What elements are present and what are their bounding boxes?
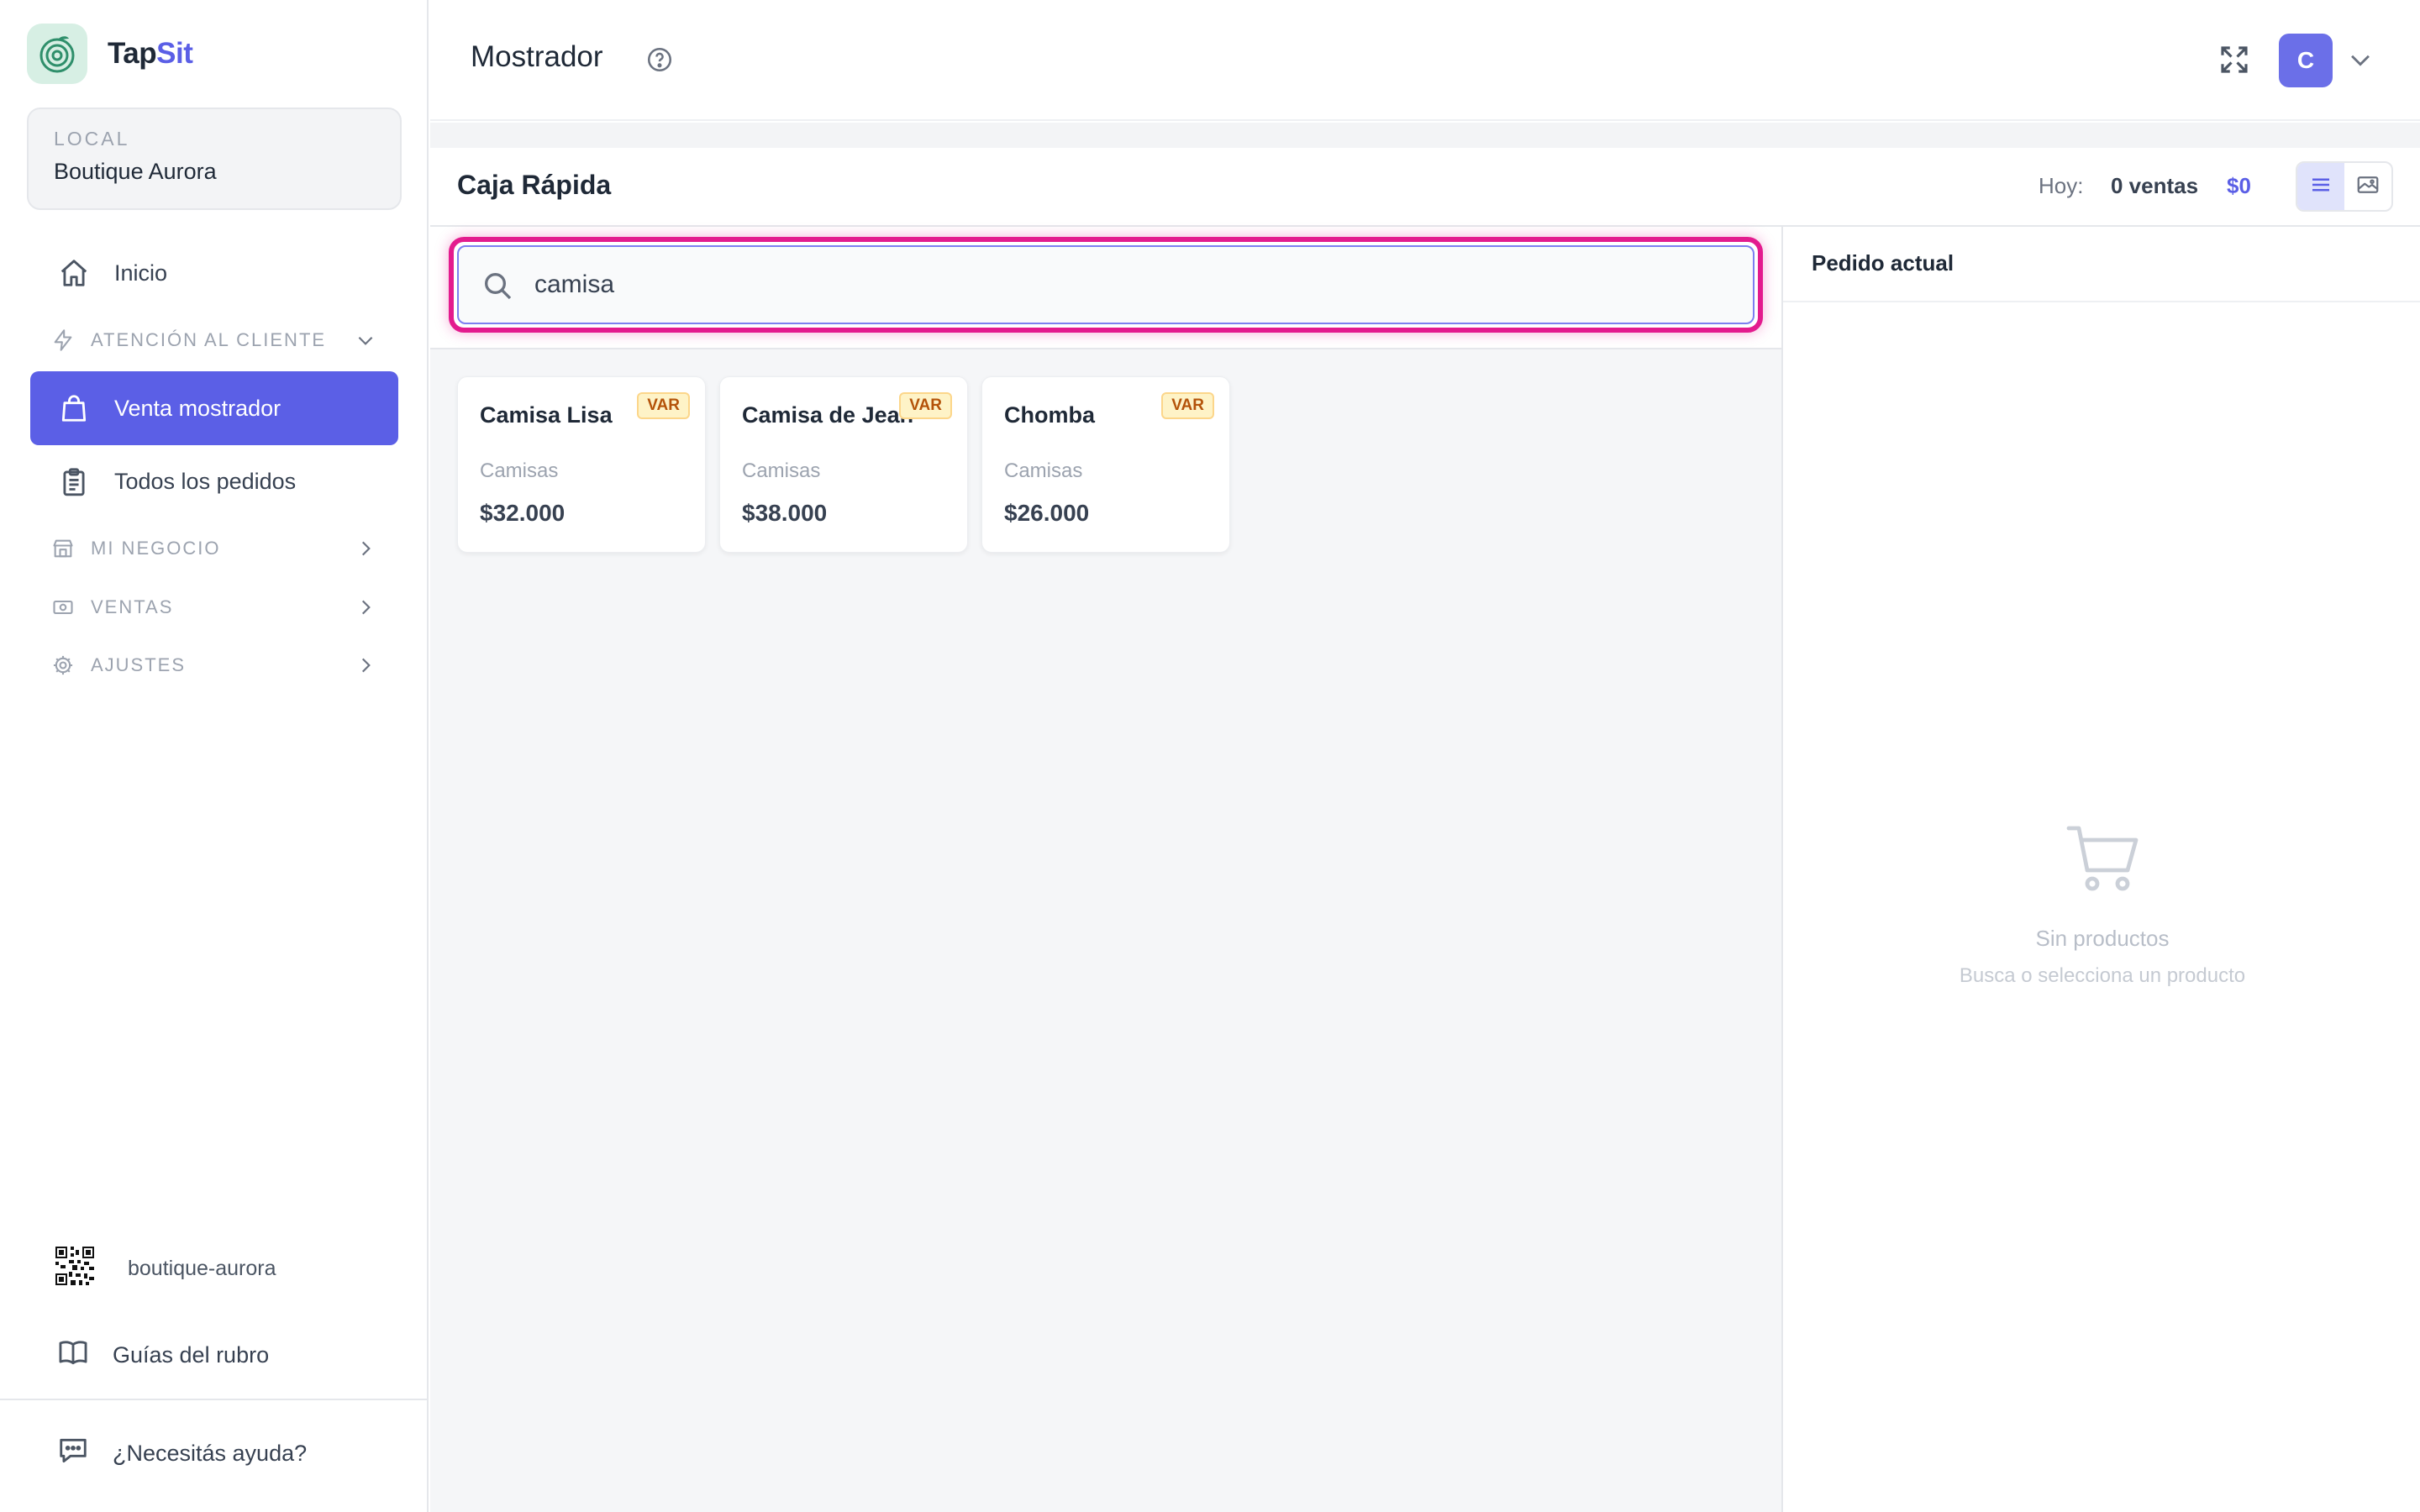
help-circle-icon[interactable] [645, 45, 674, 74]
local-selector[interactable]: LOCAL Boutique Aurora [27, 108, 402, 210]
product-category: Camisas [480, 459, 559, 482]
image-view-button[interactable] [2344, 163, 2391, 210]
gear-icon [50, 653, 76, 678]
search-input[interactable] [457, 245, 1754, 324]
sidebar-item-label: Venta mostrador [114, 395, 281, 421]
clipboard-icon [57, 465, 91, 498]
help-button[interactable]: ¿Necesitás ayuda? [30, 1420, 398, 1487]
chevron-down-icon[interactable] [2346, 45, 2375, 74]
brand-logo-icon [27, 24, 87, 84]
sidebar-section-ajustes[interactable]: AJUSTES [30, 640, 398, 690]
product-category: Camisas [742, 459, 821, 482]
order-panel: Pedido actual Sin productos Busca o sele… [1781, 227, 2420, 1512]
sidebar-section-label: VENTAS [91, 596, 174, 617]
product-card[interactable]: Camisa de Jean VAR Camisas $38.000 [719, 376, 968, 553]
chevron-down-icon [353, 328, 378, 353]
empty-cart-subtitle: Busca o selecciona un producto [1959, 964, 2246, 987]
sidebar-divider [0, 1399, 429, 1400]
sidebar-item-venta-mostrador[interactable]: Venta mostrador [30, 371, 398, 445]
sidebar-section-mi-negocio[interactable]: MI NEGOCIO [30, 523, 398, 574]
sidebar-item-todos-pedidos[interactable]: Todos los pedidos [30, 444, 398, 518]
sidebar-slug-link[interactable]: boutique-aurora [30, 1235, 398, 1302]
brand-name: TapSit [108, 37, 193, 70]
product-category: Camisas [1004, 459, 1083, 482]
store-icon [50, 536, 76, 561]
variant-badge: VAR [1161, 392, 1214, 419]
shopping-bag-icon [57, 391, 91, 425]
order-header: Pedido actual [1783, 227, 2420, 302]
local-label: LOCAL [54, 128, 130, 150]
sidebar-item-label: Inicio [114, 260, 168, 286]
pos-toolbar: Caja Rápida Hoy: 0 ventas $0 [430, 148, 2420, 227]
sidebar: TapSit LOCAL Boutique Aurora Inicio ATEN… [0, 0, 429, 1512]
qr-code-icon [55, 1246, 94, 1291]
book-icon [57, 1336, 89, 1374]
page-title: Mostrador [471, 40, 603, 73]
help-label: ¿Necesitás ayuda? [113, 1440, 308, 1466]
sidebar-section-label: ATENCIÓN AL CLIENTE [91, 329, 327, 350]
product-name: Camisa de Jean [742, 402, 914, 428]
chat-bubble-icon [57, 1435, 89, 1473]
list-icon [2308, 172, 2333, 202]
chevron-right-icon [353, 595, 378, 620]
brand[interactable]: TapSit [27, 24, 193, 84]
sidebar-section-atencion[interactable]: ATENCIÓN AL CLIENTE [30, 315, 398, 365]
product-name: Camisa Lisa [480, 402, 613, 428]
order-title: Pedido actual [1812, 250, 1954, 276]
bolt-icon [50, 328, 76, 353]
sidebar-section-label: AJUSTES [91, 654, 187, 675]
product-price: $32.000 [480, 500, 566, 526]
today-sales-count: 0 ventas [2111, 173, 2199, 198]
cash-icon [50, 595, 76, 620]
sidebar-item-guias[interactable]: Guías del rubro [30, 1321, 398, 1389]
home-icon [57, 256, 91, 290]
image-icon [2355, 172, 2381, 202]
cart-icon [2065, 823, 2141, 894]
search-icon [481, 269, 514, 302]
sidebar-item-inicio[interactable]: Inicio [30, 236, 398, 310]
product-name: Chomba [1004, 402, 1095, 428]
variant-badge: VAR [899, 392, 952, 419]
variant-badge: VAR [637, 392, 690, 419]
top-header: Mostrador C [430, 0, 2420, 121]
chevron-right-icon [353, 536, 378, 561]
avatar[interactable]: C [2279, 34, 2333, 87]
today-sales-total: $0 [2227, 173, 2251, 198]
pos-title: Caja Rápida [457, 170, 612, 200]
sidebar-section-label: MI NEGOCIO [91, 538, 221, 559]
sidebar-section-ventas[interactable]: VENTAS [30, 582, 398, 633]
product-price: $38.000 [742, 500, 828, 526]
fullscreen-icon[interactable] [2217, 42, 2252, 77]
search-bar [430, 227, 1781, 349]
products-area: Camisa Lisa VAR Camisas $32.000 Camisa d… [430, 227, 1781, 1512]
sidebar-slug-label: boutique-aurora [128, 1256, 276, 1280]
local-name: Boutique Aurora [54, 159, 217, 184]
sidebar-item-label: Guías del rubro [113, 1341, 270, 1368]
view-toggle [2296, 161, 2393, 212]
list-view-button[interactable] [2297, 163, 2344, 210]
empty-cart-title: Sin productos [2035, 926, 2170, 951]
today-label: Hoy: [2039, 173, 2084, 198]
sidebar-item-label: Todos los pedidos [114, 468, 297, 494]
chevron-right-icon [353, 653, 378, 678]
product-price: $26.000 [1004, 500, 1090, 526]
product-card[interactable]: Chomba VAR Camisas $26.000 [981, 376, 1230, 553]
product-card[interactable]: Camisa Lisa VAR Camisas $32.000 [457, 376, 706, 553]
